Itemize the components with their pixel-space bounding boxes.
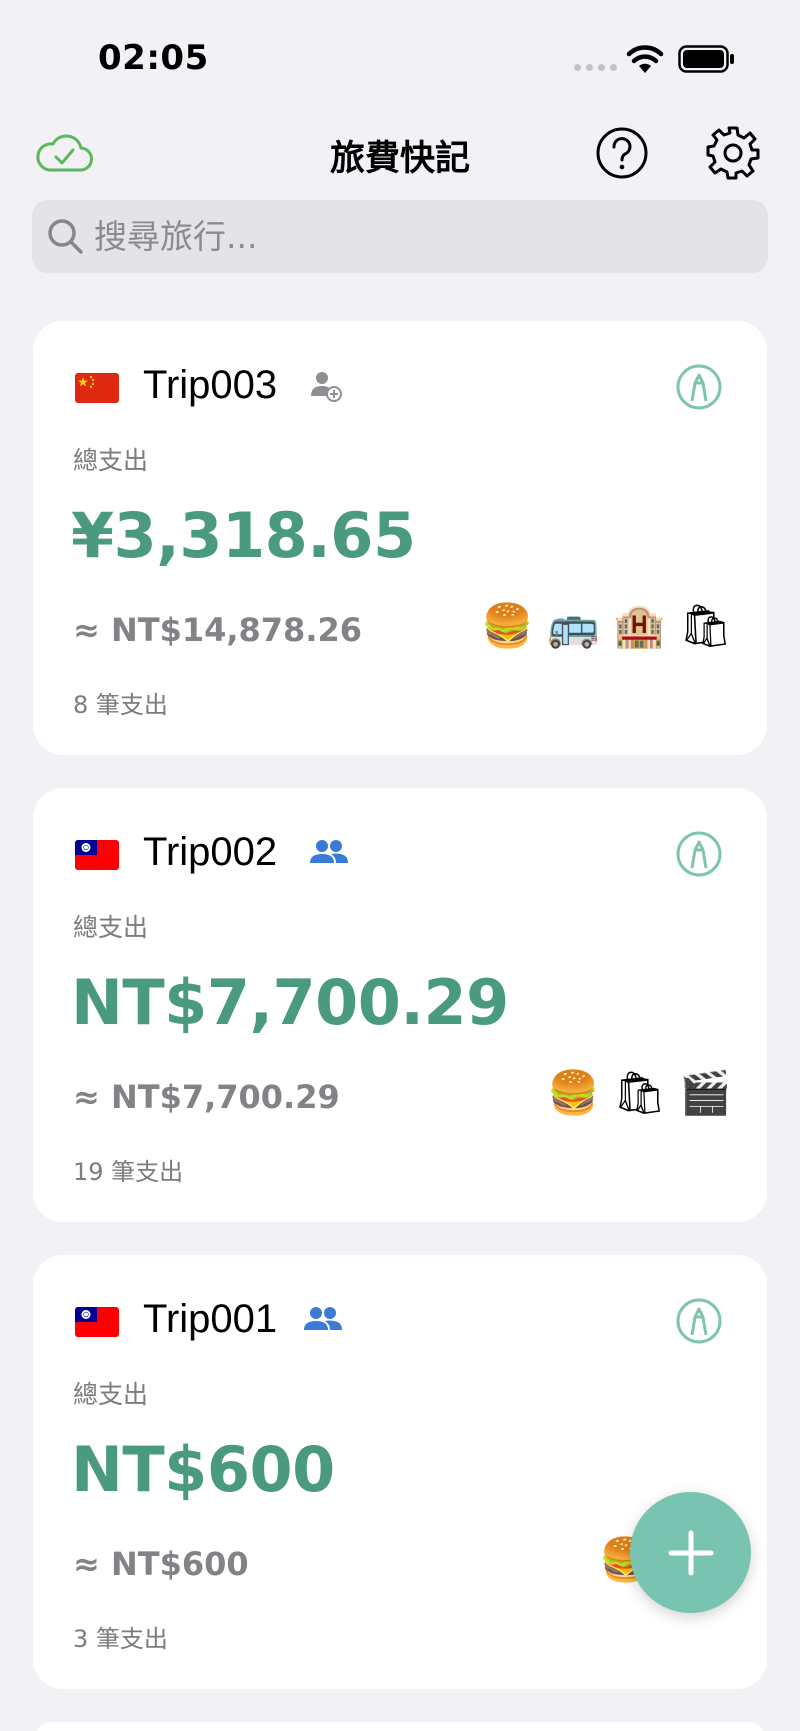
search-input[interactable] bbox=[94, 200, 744, 273]
trip-card-partial[interactable] bbox=[33, 1722, 767, 1731]
plus-icon bbox=[668, 1530, 713, 1575]
total-amount: NT$600 bbox=[71, 1433, 335, 1506]
converted-amount: ≈ NT$600 bbox=[73, 1545, 249, 1583]
converted-amount: ≈ NT$7,700.29 bbox=[73, 1078, 340, 1116]
total-label: 總支出 bbox=[73, 1380, 149, 1409]
trip-card[interactable]: Trip002 總支出 NT$7,700.29 ≈ NT$7,700.29 19… bbox=[33, 788, 767, 1222]
hotel-icon: 🏨 bbox=[613, 601, 666, 650]
edit-pen-icon[interactable] bbox=[675, 1297, 723, 1345]
edit-pen-icon[interactable] bbox=[675, 830, 723, 878]
question-circle-icon[interactable] bbox=[595, 126, 649, 180]
trip-card[interactable]: Trip001 總支出 NT$600 ≈ NT$600 3 筆支出 🍔 bbox=[33, 1255, 767, 1689]
burger-icon: 🍔 bbox=[481, 601, 534, 650]
search-icon bbox=[48, 219, 83, 254]
trip-name: Trip002 bbox=[143, 830, 278, 874]
shopping-bag-icon: 🛍 bbox=[679, 601, 733, 650]
battery-icon bbox=[678, 45, 734, 73]
people-icon[interactable] bbox=[309, 836, 349, 870]
clapper-board-icon: 🎬 bbox=[679, 1068, 732, 1117]
add-trip-button[interactable] bbox=[630, 1492, 751, 1613]
expense-count: 19 筆支出 bbox=[73, 1158, 184, 1186]
burger-icon: 🍔 bbox=[547, 1068, 600, 1117]
converted-amount: ≈ NT$14,878.26 bbox=[73, 611, 362, 649]
edit-pen-icon[interactable] bbox=[675, 363, 723, 411]
status-bar: 02:05 bbox=[0, 0, 800, 100]
china-flag-icon bbox=[75, 373, 119, 403]
bus-icon: 🚌 bbox=[547, 601, 600, 650]
wifi-icon bbox=[626, 45, 664, 73]
status-time: 02:05 bbox=[98, 38, 209, 78]
category-icons: 🍔 🚌 🏨 🛍 bbox=[481, 601, 733, 651]
people-icon[interactable] bbox=[303, 1303, 343, 1337]
trip-card[interactable]: Trip003 總支出 ¥3,318.65 ≈ NT$14,878.26 8 筆… bbox=[33, 321, 767, 755]
total-amount: ¥3,318.65 bbox=[71, 499, 416, 572]
cellular-signal-icon bbox=[574, 64, 617, 71]
taiwan-flag-icon bbox=[75, 1307, 119, 1337]
app-title: 旅費快記 bbox=[329, 139, 470, 179]
shopping-bag-icon: 🛍 bbox=[613, 1068, 667, 1117]
taiwan-flag-icon bbox=[75, 840, 119, 870]
trip-name: Trip001 bbox=[143, 1297, 278, 1341]
total-label: 總支出 bbox=[73, 913, 149, 942]
expense-count: 8 筆支出 bbox=[73, 691, 168, 719]
trip-name: Trip003 bbox=[143, 363, 278, 407]
person-add-icon[interactable] bbox=[309, 369, 343, 403]
category-icons: 🍔 🛍 🎬 bbox=[547, 1068, 732, 1118]
search-bar[interactable] bbox=[32, 200, 768, 273]
cloud-check-icon[interactable] bbox=[34, 132, 94, 174]
total-amount: NT$7,700.29 bbox=[71, 966, 509, 1039]
gear-icon[interactable] bbox=[704, 124, 762, 182]
expense-count: 3 筆支出 bbox=[73, 1625, 168, 1653]
trip-list-screen: 02:05 旅費快記 搜尋旅行... Trip003 總支出 ¥3,318.65… bbox=[0, 0, 800, 1731]
total-label: 總支出 bbox=[73, 446, 149, 475]
